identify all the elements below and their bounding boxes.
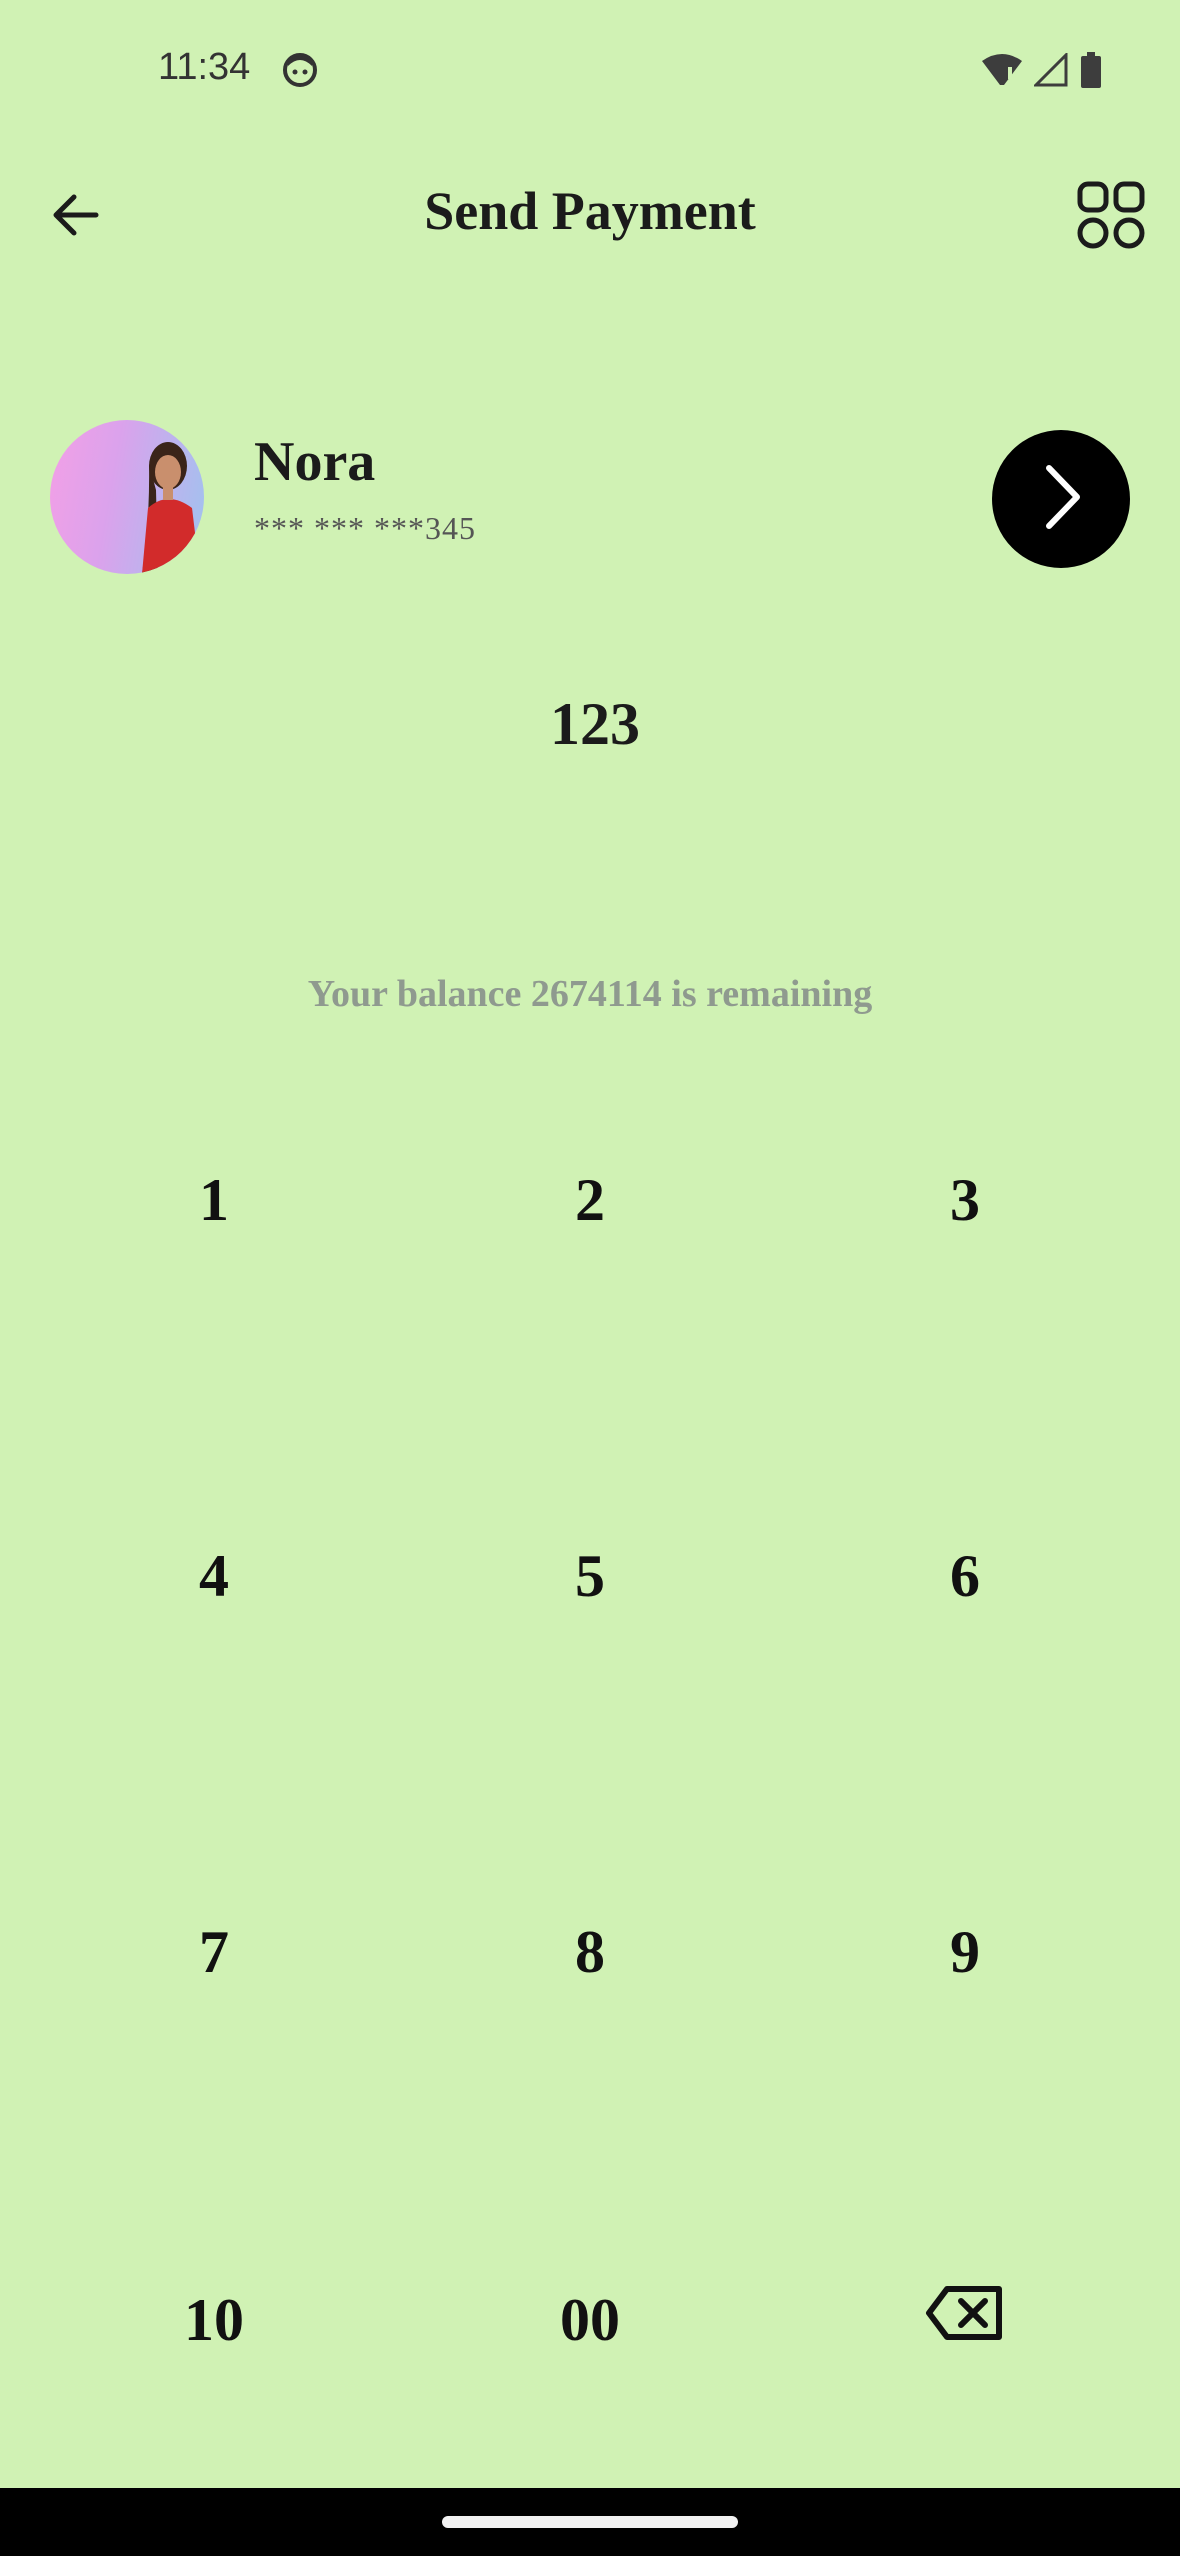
key-7[interactable]: 7 xyxy=(104,1892,324,2012)
avatar xyxy=(50,420,204,574)
status-bar: 11:34 xyxy=(0,0,1180,140)
account-suffix: 345 xyxy=(425,510,476,546)
page-title: Send Payment xyxy=(424,181,756,241)
key-4[interactable]: 4 xyxy=(104,1516,324,1636)
balance-text: Your balance 2674114 is remaining xyxy=(307,973,873,1015)
face-icon xyxy=(282,52,318,88)
grid-menu-button[interactable] xyxy=(1066,170,1156,260)
grid-icon xyxy=(1066,181,1156,264)
navigation-bar xyxy=(0,2488,1180,2556)
signal-icon xyxy=(1032,51,1068,92)
key-2[interactable]: 2 xyxy=(480,1140,700,1260)
next-button[interactable] xyxy=(992,430,1130,568)
status-icons xyxy=(982,51,1102,93)
status-time: 11:34 xyxy=(158,46,251,88)
recipient-name: Nora xyxy=(254,431,376,493)
key-3[interactable]: 3 xyxy=(855,1140,1075,1260)
key-9[interactable]: 9 xyxy=(855,1892,1075,2012)
amount-display: 123 xyxy=(550,691,640,757)
home-indicator[interactable] xyxy=(442,2516,738,2528)
recipient-account: *** *** ***345 xyxy=(254,510,476,547)
key-6[interactable]: 6 xyxy=(855,1516,1075,1636)
header: Send Payment xyxy=(0,160,1180,270)
recipient-card[interactable]: Nora *** *** ***345 xyxy=(50,420,1130,576)
battery-icon xyxy=(1080,52,1102,93)
wifi-icon xyxy=(982,53,1022,92)
key-1[interactable]: 1 xyxy=(104,1140,324,1260)
masked-account: *** *** *** xyxy=(254,510,425,546)
backspace-icon xyxy=(925,2283,1005,2358)
key-8[interactable]: 8 xyxy=(480,1892,700,2012)
key-00[interactable]: 00 xyxy=(480,2260,700,2380)
key-10[interactable]: 10 xyxy=(104,2260,324,2380)
key-5[interactable]: 5 xyxy=(480,1516,700,1636)
chevron-right-icon xyxy=(1031,462,1091,537)
backspace-button[interactable] xyxy=(855,2260,1075,2380)
